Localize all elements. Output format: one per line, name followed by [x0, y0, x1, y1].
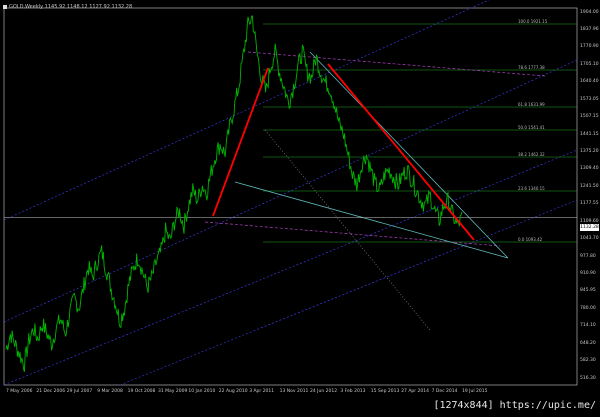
chart-info-text: GOLD,Weekly 1145.92 1148.12 1127.92 1132… [9, 4, 133, 10]
date-tick-label: 19 Jul 2015 [462, 389, 488, 394]
watermark: [1274x844] https://upic.me/ [433, 400, 596, 411]
date-tick-label: 22 Aug 2010 [218, 389, 248, 394]
date-tick-label: 24 Jun 2012 [310, 389, 338, 394]
price-tick-label: 714.10 [580, 323, 596, 329]
price-tick-label: 1904.00 [580, 9, 599, 15]
chart-info: GOLD,Weekly 1145.92 1148.12 1127.92 1132… [3, 4, 132, 10]
fib-level-label: 38.2 1462.32 [518, 152, 545, 157]
wedge-upper-line [309, 51, 509, 259]
price-tick-label: 1109.60 [580, 218, 599, 224]
date-tick-label: 7 Dec 2014 [431, 389, 458, 394]
wedge-lower-line [234, 181, 509, 259]
price-tick-label: 1837.96 [580, 26, 599, 32]
price-tick-label: 1043.70 [580, 236, 599, 242]
fib-level-label: 50.0 1541.41 [518, 125, 545, 130]
date-tick-label: 29 Jul 2007 [66, 389, 93, 394]
price-tick-label: 1177.55 [580, 201, 599, 207]
channel-line-2 [3, 0, 490, 221]
fib-level-label: 78.6 1777.38 [518, 65, 545, 70]
red-uptrend-line [212, 67, 269, 217]
price-tick-label: 910.90 [580, 270, 596, 276]
chart-icon [3, 4, 7, 9]
gold-price-line [5, 15, 463, 372]
date-tick-label: 13 Nov 2011 [279, 389, 309, 394]
resistance-dashed-line [247, 51, 546, 77]
date-tick-label: 9 Mar 2008 [97, 389, 123, 394]
date-tick-label: 21 Dec 2006 [36, 389, 66, 394]
price-tick-label: 582.30 [580, 358, 596, 364]
fib-level-label: 61.8 1631.99 [518, 102, 545, 107]
price-tick-label: 1705.10 [580, 61, 599, 67]
date-tick-label: 19 Oct 2008 [127, 389, 156, 394]
price-tick-label: 1241.50 [580, 183, 599, 189]
date-tick-label: 27 Apr 2014 [401, 389, 430, 394]
price-tick-label: 845.95 [580, 288, 596, 294]
date-tick-label: 31 May 2009 [158, 389, 188, 394]
date-tick-label: 10 Jan 2010 [188, 389, 216, 394]
price-chart[interactable] [0, 0, 600, 417]
price-tick-label: 780.00 [580, 305, 596, 311]
date-tick-label: 7 May 2006 [6, 389, 33, 394]
price-tick-label: 516.30 [580, 375, 596, 381]
fib-level-label: 0.0 1093.42 [518, 237, 543, 242]
current-price-label: 1132.28 [580, 224, 599, 231]
support-dashed-line [204, 221, 501, 247]
price-tick-label: 1573.05 [580, 96, 599, 102]
date-tick-label: 15 Sep 2013 [370, 389, 400, 394]
channel-line-4 [119, 199, 578, 386]
date-tick-label: 3 Feb 2013 [340, 389, 366, 394]
price-tick-label: 1309.40 [580, 166, 599, 172]
price-tick-label: 1770.90 [580, 44, 599, 50]
price-tick-label: 977.80 [580, 253, 596, 259]
chart-window[interactable]: GOLD,Weekly 1145.92 1148.12 1127.92 1132… [0, 0, 600, 417]
price-tick-label: 1375.20 [580, 148, 599, 154]
price-tick-label: 1507.15 [580, 114, 599, 120]
fan-dotted-line [264, 129, 431, 331]
price-tick-label: 1441.15 [580, 131, 599, 137]
price-tick-label: 648.20 [580, 340, 596, 346]
plot-frame [3, 7, 578, 386]
price-tick-label: 1640.40 [580, 79, 599, 85]
fib-level-label: 100.0 1921.15 [518, 19, 548, 24]
date-tick-label: 3 Apr 2011 [249, 389, 275, 394]
fib-level-label: 23.6 1340.15 [518, 186, 545, 191]
